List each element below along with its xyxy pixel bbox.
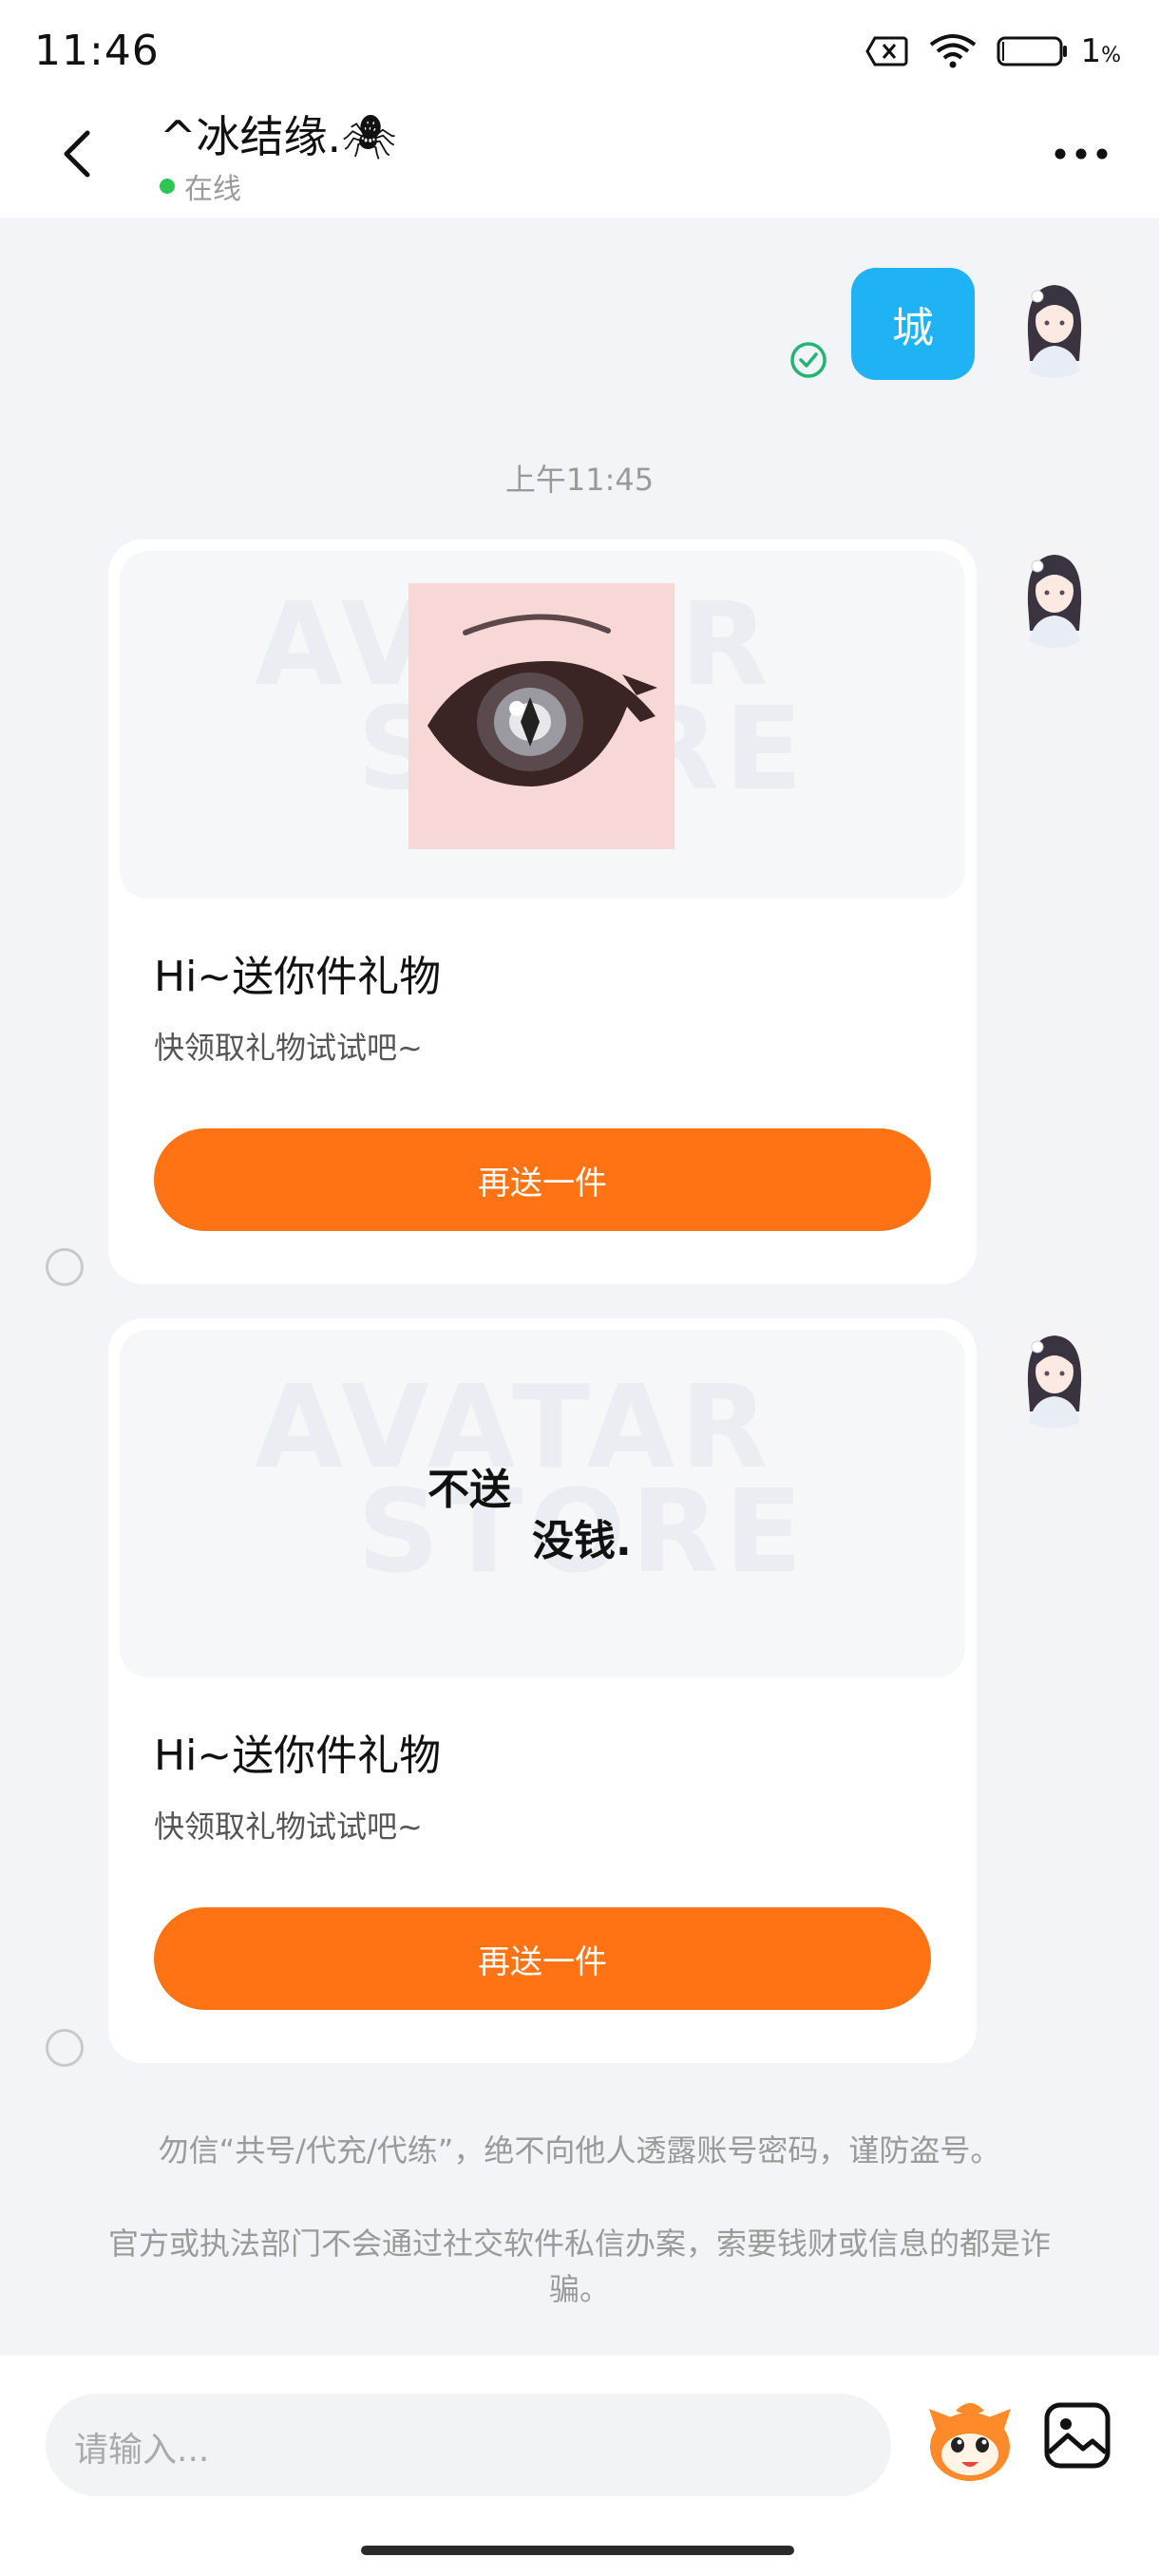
home-indicator[interactable] xyxy=(361,2546,794,2555)
back-chevron-icon xyxy=(64,130,90,178)
input-bar: 请输入... xyxy=(0,2356,1159,2576)
input-placeholder: 请输入... xyxy=(74,2431,210,2470)
online-dot xyxy=(160,179,175,194)
card-title: Hi~送你件礼物 xyxy=(154,953,442,1001)
outgoing-message-bubble[interactable]: 城 xyxy=(851,268,975,380)
safety-notice: 官方或执法部门不会通过社交软件私信办案，索要钱财或信息的都是诈骗。 xyxy=(107,2226,1051,2307)
read-check-icon xyxy=(790,342,826,378)
avatar[interactable] xyxy=(999,1318,1110,1429)
status-bar: 11:46 1% xyxy=(0,0,1159,99)
message-input[interactable]: 请输入... xyxy=(46,2394,891,2496)
gift-card[interactable]: AVATAR STORE 不送 没钱. Hi~送你件礼物 快领取礼物试试吧~ 再… xyxy=(108,1318,977,2063)
send-another-button[interactable]: 再送一件 xyxy=(154,1128,931,1231)
online-status-text: 在线 xyxy=(184,173,241,206)
eye-illustration xyxy=(408,583,674,849)
gift-image: AVATAR STORE 不送 没钱. xyxy=(120,1330,965,1677)
status-icons: 1% xyxy=(865,32,1121,70)
emoji-button[interactable] xyxy=(918,2390,1022,2494)
card-title: Hi~送你件礼物 xyxy=(154,1732,442,1780)
select-circle[interactable] xyxy=(46,2029,84,2067)
image-button[interactable] xyxy=(1041,2399,1113,2472)
chat-messages: 城 上午11:45 AVATAR STORE xyxy=(0,218,1159,2356)
card-subtitle: 快领取礼物试试吧~ xyxy=(154,1809,423,1845)
mascot-emoji-icon xyxy=(929,2403,1011,2481)
online-status: 在线 xyxy=(160,165,241,207)
battery-icon xyxy=(997,36,1068,66)
status-time: 11:46 xyxy=(34,27,160,75)
send-another-button[interactable]: 再送一件 xyxy=(154,1907,931,2010)
more-dots-icon xyxy=(1054,148,1108,160)
battery-level: 1% xyxy=(1080,32,1121,70)
avatar[interactable] xyxy=(999,268,1110,378)
gift-card[interactable]: AVATAR STORE Hi~送你件礼物 快领取礼物试试吧~ 再送一件 xyxy=(108,540,977,1284)
wifi-icon xyxy=(930,34,977,68)
chat-header: ^冰结缘.🕷 在线 xyxy=(0,99,1159,218)
safety-notice: 勿信“共号/代充/代练”，绝不向他人透露账号密码，谨防盗号。 xyxy=(158,2132,1001,2169)
image-gallery-icon xyxy=(1044,2402,1111,2469)
handwritten-text-line: 不送 xyxy=(428,1466,511,1514)
handwritten-text-line: 没钱. xyxy=(532,1517,632,1565)
sim-blocked-icon xyxy=(865,36,908,66)
avatar[interactable] xyxy=(999,538,1110,648)
card-subtitle: 快领取礼物试试吧~ xyxy=(154,1030,423,1066)
select-circle[interactable] xyxy=(46,1248,84,1286)
chat-title: ^冰结缘.🕷 xyxy=(160,111,397,162)
gift-image: AVATAR STORE xyxy=(120,551,965,899)
back-button[interactable] xyxy=(53,120,106,188)
message-timestamp: 上午11:45 xyxy=(504,462,655,498)
more-options-button[interactable] xyxy=(1053,142,1110,165)
